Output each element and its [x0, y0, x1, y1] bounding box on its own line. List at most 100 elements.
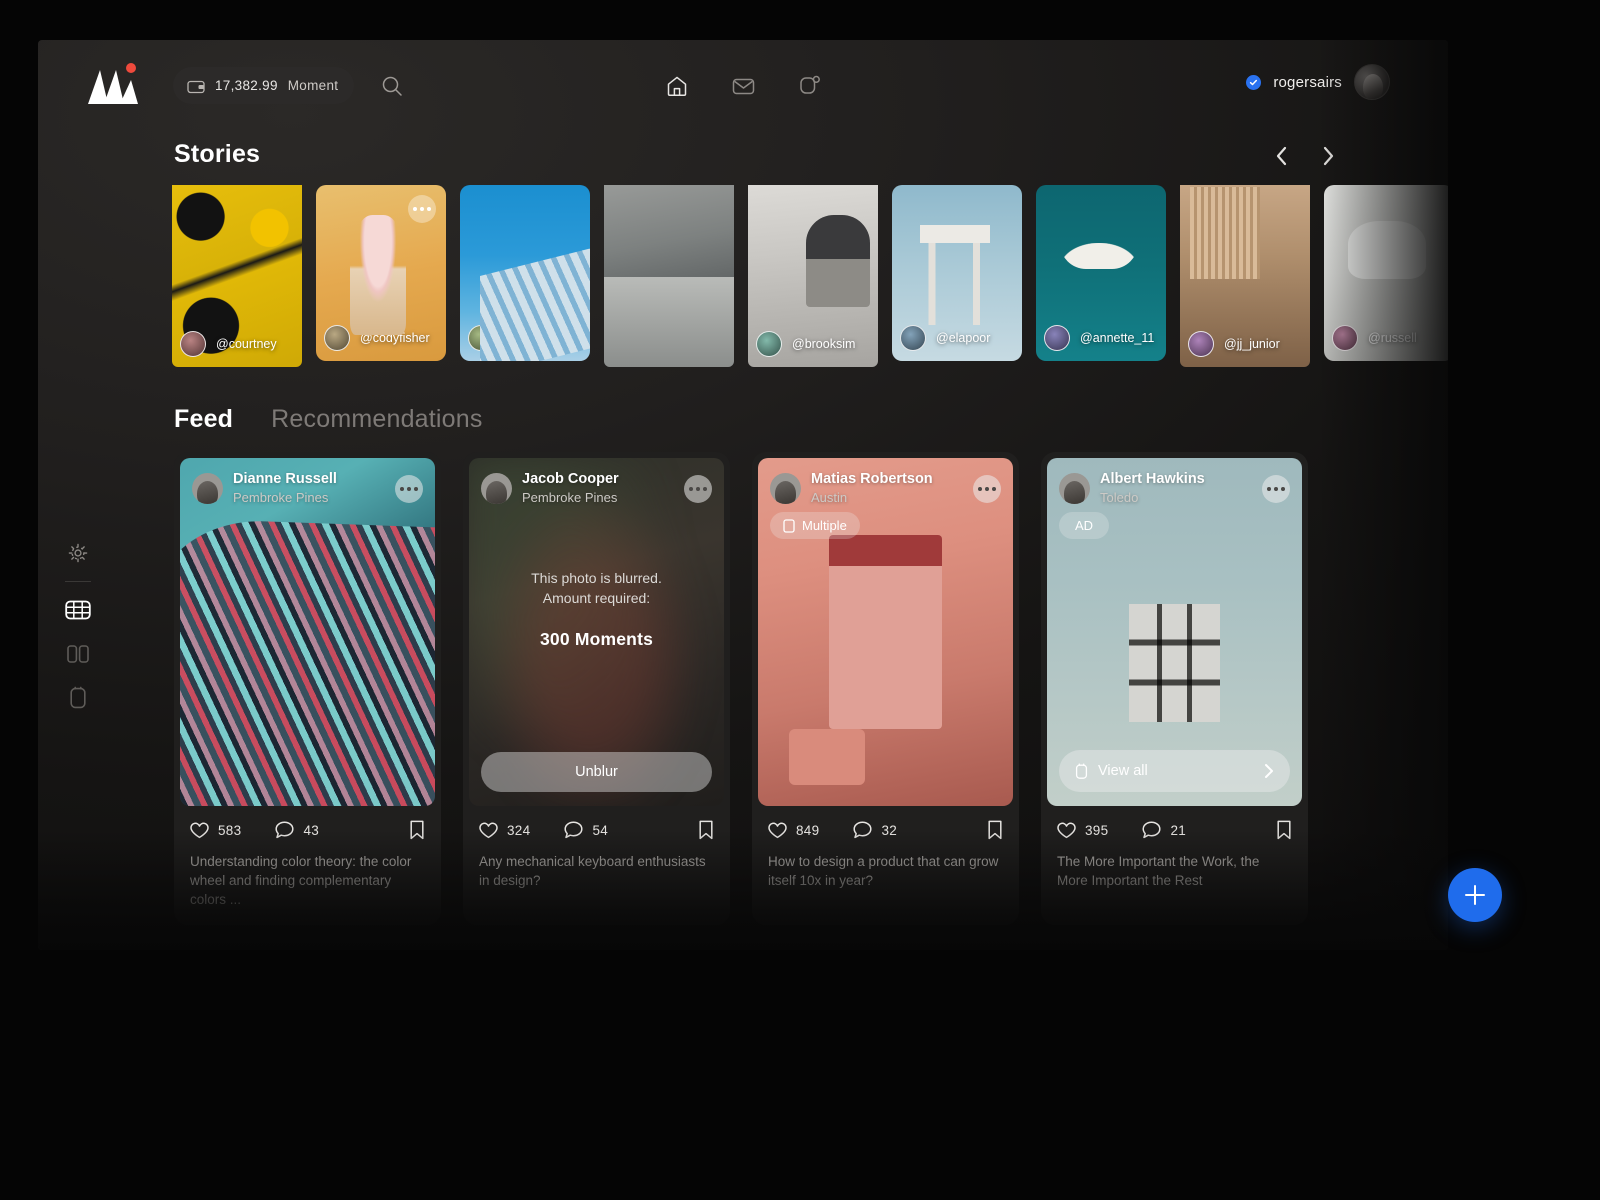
post-actions: 583 43	[180, 806, 435, 840]
user-block[interactable]: rogersairs	[1246, 64, 1390, 100]
chevron-right-icon	[1323, 146, 1334, 166]
tab-feed[interactable]: Feed	[174, 405, 233, 434]
chevron-right-icon	[1265, 764, 1273, 778]
story-avatar	[468, 325, 494, 351]
post-media[interactable]: Matias Robertson Austin Multiple	[758, 458, 1013, 806]
view-all-button[interactable]: View all	[1059, 750, 1290, 792]
comment-icon	[1142, 821, 1161, 839]
feed-card[interactable]: Jacob Cooper Pembroke Pines This photo is …	[463, 452, 730, 926]
feed-card[interactable]: Dianne Russell Pembroke Pines 583 43 Underst…	[174, 452, 441, 926]
nav-notifications-button[interactable]	[790, 68, 828, 104]
feed-card[interactable]: Bessie CooperFairfield	[174, 947, 441, 950]
story-card[interactable]: @codyfisher	[316, 185, 446, 361]
story-username: @elapoor	[936, 331, 991, 345]
post-header: Matias Robertson Austin	[758, 458, 1013, 508]
comment-button[interactable]: 21	[1142, 821, 1186, 839]
stories-row[interactable]: @courtney @codyfisher @redwards @leslieax @b…	[172, 185, 1448, 375]
feed-card[interactable]: Scott PenaNaperville	[463, 947, 730, 950]
post-media[interactable]: Jacob Cooper Pembroke Pines This photo is …	[469, 458, 724, 806]
wallet-amount: 17,382.99	[215, 78, 278, 93]
post-more-button[interactable]	[684, 474, 712, 503]
bookmark-button[interactable]	[987, 820, 1003, 840]
comment-count: 54	[592, 822, 609, 838]
post-author-avatar[interactable]	[1059, 473, 1090, 505]
post-author-avatar[interactable]	[481, 473, 512, 505]
notification-bubble-icon	[800, 75, 820, 94]
like-count: 583	[218, 822, 242, 838]
like-button[interactable]: 324	[479, 822, 530, 839]
like-count: 395	[1085, 822, 1109, 838]
feed-card[interactable]: Rose McKinneyNaperville	[1041, 947, 1308, 950]
notification-dot-icon	[126, 63, 136, 73]
rail-two-column-button[interactable]	[56, 632, 100, 676]
multiple-photos-icon	[783, 518, 795, 533]
post-chip: AD	[1059, 512, 1110, 539]
rail-divider	[65, 581, 91, 582]
bookmark-button[interactable]	[698, 820, 714, 840]
post-author-location: Pembroke Pines	[522, 489, 618, 505]
bookmark-icon	[988, 820, 1002, 840]
story-card[interactable]: @elapoor	[892, 185, 1022, 361]
story-username: @russell	[1368, 331, 1417, 345]
post-header: Dianne Russell Pembroke Pines	[180, 458, 435, 508]
post-caption: Any mechanical keyboard enthusiasts in d…	[479, 854, 706, 889]
post-header: Jacob Cooper Pembroke Pines	[469, 458, 724, 508]
post-author-avatar[interactable]	[192, 473, 223, 505]
bookmark-button[interactable]	[1276, 820, 1292, 840]
comment-button[interactable]: 54	[564, 821, 608, 839]
stories-prev-button[interactable]	[1270, 144, 1294, 168]
tab-recommendations[interactable]: Recommendations	[271, 405, 482, 434]
story-username: @annette_11	[1080, 331, 1155, 345]
nav-messages-button[interactable]	[724, 68, 762, 104]
comment-button[interactable]: 43	[275, 821, 319, 839]
gear-icon	[68, 543, 88, 563]
feed-card[interactable]: Theresa WebbOrange	[752, 947, 1019, 950]
like-button[interactable]: 395	[1057, 822, 1108, 839]
rail-settings-button[interactable]	[56, 531, 100, 575]
story-card[interactable]: @redwards	[460, 185, 590, 361]
username-label: rogersairs	[1273, 73, 1342, 91]
blur-overlay: This photo is blurred. Amount required: 30…	[469, 458, 724, 806]
like-button[interactable]: 849	[768, 822, 819, 839]
post-more-button[interactable]	[1262, 474, 1290, 503]
like-button[interactable]: 583	[190, 822, 241, 839]
create-post-fab[interactable]	[1448, 868, 1502, 922]
post-actions: 849 32	[758, 806, 1013, 840]
post-author-avatar[interactable]	[770, 473, 801, 505]
verified-badge-icon	[1246, 74, 1262, 90]
post-chip: Multiple	[770, 512, 860, 539]
nav-home-button[interactable]	[658, 68, 696, 104]
post-media[interactable]: Dianne Russell Pembroke Pines	[180, 458, 435, 806]
story-avatar	[756, 331, 782, 357]
story-username: @courtney	[216, 337, 277, 351]
story-card[interactable]: @brooksim	[748, 185, 878, 367]
feed-card[interactable]: Albert Hawkins Toledo AD View all 395 21 The M…	[1041, 452, 1308, 926]
rail-grid-view-button[interactable]	[56, 588, 100, 632]
post-author-name: Dianne Russell	[233, 471, 337, 487]
search-button[interactable]	[376, 70, 408, 102]
post-media[interactable]: Albert Hawkins Toledo AD View all	[1047, 458, 1302, 806]
post-more-button[interactable]	[973, 474, 1001, 503]
story-more-button[interactable]	[408, 195, 436, 223]
rail-single-column-button[interactable]	[56, 676, 100, 720]
story-card[interactable]: @jj_junior	[1180, 185, 1310, 367]
story-card[interactable]: @annette_11	[1036, 185, 1166, 361]
post-header: Albert Hawkins Toledo	[1047, 458, 1302, 508]
post-actions: 324 54	[469, 806, 724, 840]
story-card[interactable]: @leslieax	[604, 185, 734, 367]
avatar[interactable]	[1354, 64, 1390, 100]
chevron-left-icon	[1276, 146, 1287, 166]
post-more-button[interactable]	[395, 474, 423, 503]
story-username: @brooksim	[792, 337, 856, 351]
feed-card[interactable]: Matias Robertson Austin Multiple 849 32 How t…	[752, 452, 1019, 926]
story-card[interactable]: @courtney	[172, 185, 302, 367]
story-avatar	[1188, 331, 1214, 357]
comment-button[interactable]: 32	[853, 821, 897, 839]
bookmark-button[interactable]	[409, 820, 425, 840]
stories-next-button[interactable]	[1316, 144, 1340, 168]
comment-icon	[564, 821, 583, 839]
blur-line-1: This photo is blurred.	[531, 570, 662, 586]
search-icon	[382, 76, 402, 96]
wallet-pill[interactable]: 17,382.99 Moment	[173, 67, 355, 104]
story-card[interactable]: @russell	[1324, 185, 1448, 361]
